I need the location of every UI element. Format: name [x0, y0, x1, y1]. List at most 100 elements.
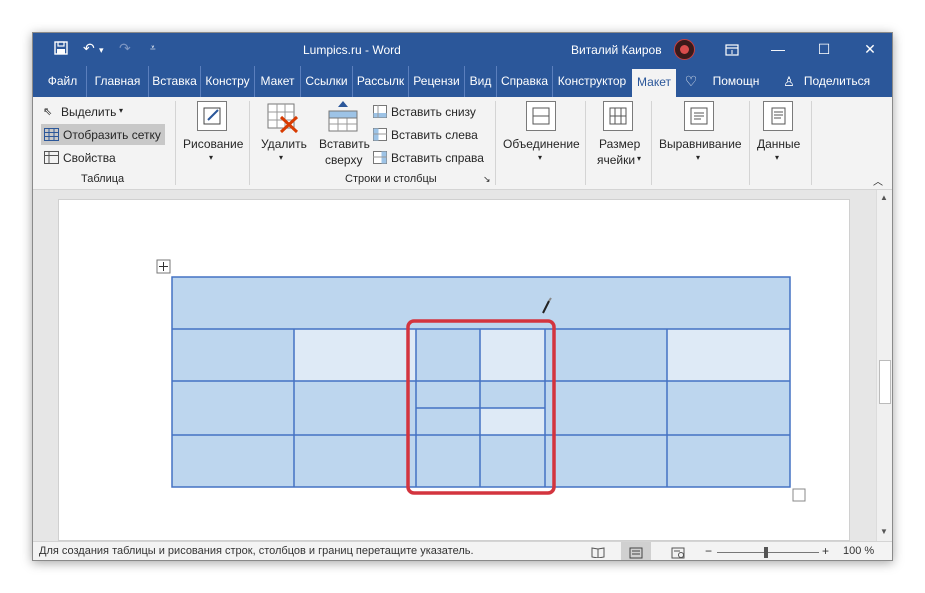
insert-below-button[interactable]: Вставить снизу	[391, 105, 476, 119]
tab-layout[interactable]: Макет	[255, 66, 301, 97]
table-cell[interactable]	[172, 329, 294, 381]
maximize-icon[interactable]: ☐	[801, 33, 847, 66]
tab-file[interactable]: Файл	[39, 66, 87, 97]
table-cell[interactable]	[480, 329, 545, 381]
web-layout-icon[interactable]	[671, 546, 685, 560]
properties-button[interactable]: Свойства	[63, 151, 116, 165]
insert-above-icon	[327, 101, 359, 138]
collapse-ribbon-icon[interactable]: ︿	[873, 173, 883, 188]
ribbon: ⇖ Выделить ▾ Отобразить сетку Свойства Т…	[33, 97, 892, 190]
tab-design[interactable]: Констру	[201, 66, 255, 97]
tab-help[interactable]: Справка	[497, 66, 553, 97]
word-window: ↶ ▾ ↷ ⩡ Lumpics.ru - Word Виталий Каиров…	[32, 32, 893, 561]
group-separator	[651, 101, 652, 185]
zoom-in-button[interactable]: +	[822, 544, 829, 558]
merge-icon	[526, 101, 556, 131]
rows-columns-group-label: Строки и столбцы	[345, 173, 437, 185]
lightbulb-icon[interactable]: ♡	[683, 66, 699, 97]
tab-tell-me[interactable]: Помощн	[705, 66, 767, 97]
read-mode-icon[interactable]	[591, 545, 605, 560]
tab-home[interactable]: Главная	[87, 66, 149, 97]
group-separator	[495, 101, 496, 185]
customize-qat-icon[interactable]: ⩡	[150, 43, 156, 54]
chevron-down-icon: ▾	[538, 153, 543, 162]
view-gridlines-button[interactable]: Отобразить сетку	[63, 128, 161, 142]
table-cell[interactable]	[545, 329, 667, 381]
table-canvas[interactable]	[59, 200, 849, 540]
chevron-down-icon: ▾	[637, 154, 642, 163]
data-button[interactable]: Данные	[757, 137, 800, 151]
table-cell[interactable]	[294, 381, 416, 435]
user-name[interactable]: Виталий Каиров	[571, 43, 662, 57]
table-move-handle-icon[interactable]	[156, 259, 171, 274]
scroll-up-icon[interactable]: ▲	[880, 193, 888, 202]
tab-mailings[interactable]: Рассылк	[353, 66, 409, 97]
alignment-button[interactable]: Выравнивание	[659, 137, 742, 151]
redo-icon[interactable]: ↷	[119, 40, 131, 57]
chevron-down-icon: ▾	[209, 153, 214, 162]
cell-size-label[interactable]: Размер	[599, 137, 640, 151]
zoom-out-button[interactable]: −	[705, 544, 712, 558]
document-page[interactable]	[58, 199, 850, 541]
chevron-down-icon: ▾	[775, 153, 780, 162]
dialog-launcher-icon[interactable]: ↘	[483, 174, 491, 185]
undo-icon[interactable]: ↶	[83, 40, 95, 57]
table-cell[interactable]	[416, 329, 480, 381]
group-separator	[749, 101, 750, 185]
tab-references[interactable]: Ссылки	[301, 66, 353, 97]
table-cell[interactable]	[667, 381, 790, 435]
zoom-slider-thumb[interactable]	[764, 547, 768, 558]
gridlines-icon	[44, 128, 59, 146]
minimize-icon[interactable]: —	[755, 33, 801, 66]
tab-table-design[interactable]: Конструктор	[553, 66, 631, 97]
table-cell[interactable]	[667, 329, 790, 381]
status-message: Для создания таблицы и рисования строк, …	[39, 545, 474, 557]
undo-dropdown-icon[interactable]: ▾	[99, 45, 104, 56]
insert-above-label[interactable]: Вставить	[319, 137, 370, 151]
insert-right-button[interactable]: Вставить справа	[391, 151, 484, 165]
insert-below-icon	[373, 105, 387, 123]
delete-button[interactable]: Удалить	[261, 137, 307, 151]
zoom-slider[interactable]	[717, 552, 819, 553]
close-icon[interactable]: ✕	[847, 33, 892, 66]
merge-button[interactable]: Объединение	[503, 137, 580, 151]
zoom-level[interactable]: 100 %	[843, 545, 874, 557]
table-cell[interactable]	[480, 408, 545, 435]
ribbon-tabs: Файл Главная Вставка Констру Макет Ссылк…	[33, 66, 892, 97]
save-icon[interactable]	[53, 40, 69, 59]
ribbon-display-icon[interactable]	[709, 33, 755, 66]
document-area	[33, 190, 876, 541]
table-cell[interactable]	[480, 381, 545, 408]
table-cell[interactable]	[545, 381, 667, 435]
share-button[interactable]: Поделиться	[797, 66, 877, 97]
draw-button[interactable]: Рисование	[183, 137, 243, 151]
insert-right-icon	[373, 151, 387, 169]
insert-above-label-2[interactable]: сверху	[325, 153, 362, 167]
chevron-down-icon: ▾	[696, 153, 701, 162]
document-title: Lumpics.ru - Word	[303, 43, 401, 57]
table-cell[interactable]	[294, 329, 416, 381]
select-button[interactable]: Выделить	[61, 105, 116, 119]
table-cell[interactable]	[416, 408, 480, 435]
print-layout-icon[interactable]	[629, 546, 643, 560]
group-separator	[175, 101, 176, 185]
avatar[interactable]	[674, 39, 695, 60]
cell-size-label-2[interactable]: ячейки	[597, 153, 635, 167]
title-bar: ↶ ▾ ↷ ⩡ Lumpics.ru - Word Виталий Каиров…	[33, 33, 892, 66]
scroll-thumb[interactable]	[879, 360, 891, 404]
vertical-scrollbar[interactable]: ▲ ▼	[876, 190, 892, 541]
cursor-icon: ⇖	[43, 106, 53, 118]
draw-table-icon	[197, 101, 227, 131]
tab-insert[interactable]: Вставка	[149, 66, 201, 97]
table-row[interactable]	[172, 435, 790, 487]
tab-table-layout[interactable]: Макет	[632, 69, 676, 97]
table-cell[interactable]	[416, 381, 480, 408]
tab-view[interactable]: Вид	[465, 66, 497, 97]
insert-left-button[interactable]: Вставить слева	[391, 128, 478, 142]
table-cell[interactable]	[172, 381, 294, 435]
share-person-icon[interactable]: ♙	[781, 66, 797, 97]
scroll-down-icon[interactable]: ▼	[880, 527, 888, 536]
table-resize-handle[interactable]	[792, 488, 806, 502]
group-separator	[249, 101, 250, 185]
tab-review[interactable]: Рецензи	[409, 66, 465, 97]
